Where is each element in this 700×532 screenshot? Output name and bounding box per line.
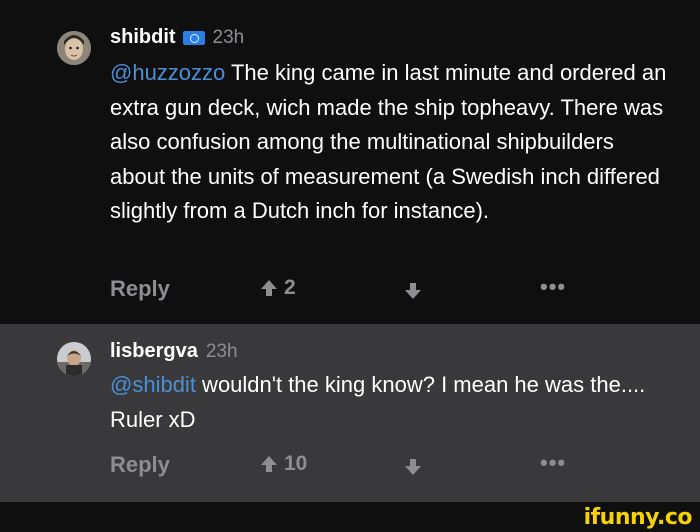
more-options-button[interactable]: ••• [540,274,566,300]
comment-header: shibdit 23h [110,26,244,49]
ifunny-watermark: ifunny.co [583,505,693,530]
username[interactable]: lisbergva [110,340,198,363]
timestamp: 23h [212,26,245,48]
username[interactable]: shibdit [110,26,176,49]
arrow-down-icon [405,283,421,299]
avatar[interactable] [57,342,91,376]
comment: shibdit 23h @huzzozzo The king came in l… [0,0,700,324]
more-options-button[interactable]: ••• [540,450,566,476]
arrow-down-icon [405,459,421,475]
mention-link[interactable]: @huzzozzo [110,60,225,85]
reply-button[interactable]: Reply [110,452,170,478]
upvote-button[interactable]: 2 [258,276,296,300]
upvote-count: 2 [284,276,296,299]
avatar-image [57,342,91,376]
arrow-up-icon [261,280,277,296]
avatar[interactable] [57,31,91,65]
timestamp: 23h [205,340,238,362]
comment-actions: Reply 10 ••• [0,450,700,483]
flag-icon [182,30,205,45]
downvote-button[interactable] [402,280,424,307]
reply-button[interactable]: Reply [110,276,170,302]
mention-link[interactable]: @shibdit [110,372,196,397]
comment-actions: Reply 2 ••• [0,274,700,307]
downvote-button[interactable] [402,456,424,483]
comment-text: @shibdit wouldn't the king know? I mean … [110,368,670,437]
comment-highlighted: lisbergva 23h @shibdit wouldn't the king… [0,324,700,502]
comment-header: lisbergva 23h [110,340,238,363]
upvote-button[interactable]: 10 [258,452,307,476]
comment-text: @huzzozzo The king came in last minute a… [110,56,670,229]
upvote-count: 10 [284,452,308,475]
avatar-image [57,31,91,65]
arrow-up-icon [261,456,277,472]
